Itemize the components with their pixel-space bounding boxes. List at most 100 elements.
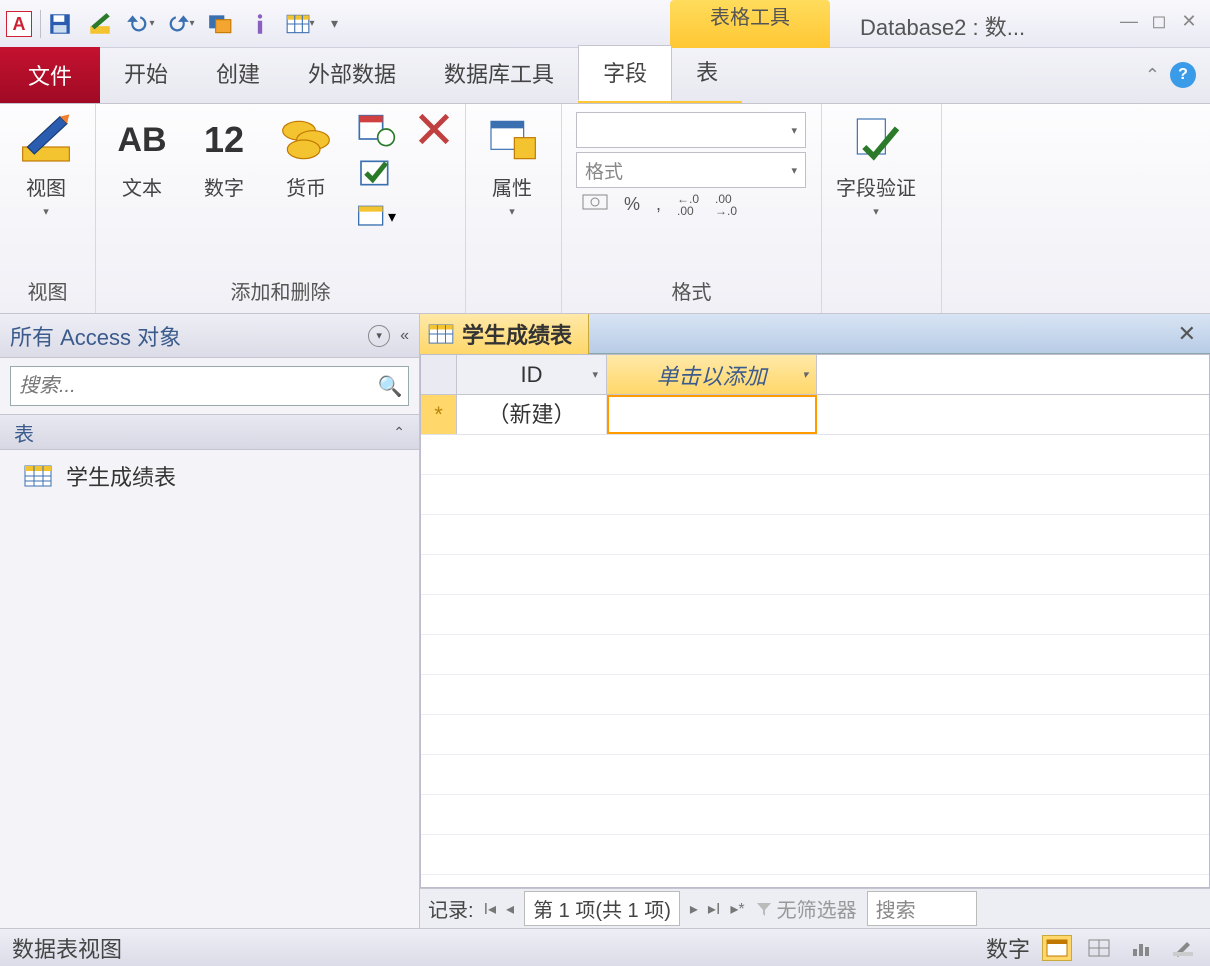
- number-label: 数字: [204, 172, 244, 201]
- last-record-button[interactable]: ▸I: [708, 899, 720, 919]
- number-field-button[interactable]: 12 数字: [192, 112, 256, 201]
- ribbon: 视图 ▾ 视图 AB 文本 12 数字 货币 ▾: [0, 104, 1210, 314]
- datasheet-button[interactable]: ▾: [285, 9, 315, 39]
- pivot-view-button[interactable]: [1084, 935, 1114, 961]
- contextual-tabs: 字段 表: [578, 45, 742, 103]
- text-field-button[interactable]: AB 文本: [110, 112, 174, 201]
- first-record-button[interactable]: I◂: [484, 899, 496, 919]
- cell-id-new[interactable]: （新建）: [457, 395, 607, 434]
- nav-item-student-scores[interactable]: 学生成绩表: [0, 450, 419, 502]
- tab-database-tools[interactable]: 数据库工具: [420, 47, 578, 103]
- search-icon[interactable]: 🔍: [372, 374, 408, 399]
- dropdown-icon[interactable]: ▾: [189, 18, 194, 29]
- column-label: ID: [521, 362, 543, 388]
- collapse-pane-button[interactable]: «: [400, 327, 409, 345]
- nav-group-tables[interactable]: 表 ⌃: [0, 414, 419, 450]
- row-selector-new[interactable]: *: [421, 395, 457, 434]
- delete-button[interactable]: [414, 112, 454, 146]
- currency-format-button[interactable]: [582, 192, 608, 217]
- tab-file[interactable]: 文件: [0, 47, 100, 103]
- navigation-pane: 所有 Access 对象 ▾ « 🔍 表 ⌃ 学生成绩表: [0, 314, 420, 928]
- percent-button[interactable]: %: [624, 194, 640, 215]
- field-validation-button[interactable]: 字段验证 ▾: [836, 112, 916, 218]
- minimize-ribbon-button[interactable]: ⌃: [1145, 65, 1160, 86]
- restore-button[interactable]: ◻: [1148, 10, 1170, 32]
- design-view-button[interactable]: [1168, 935, 1198, 961]
- close-button[interactable]: ✕: [1178, 10, 1200, 32]
- table-icon: [428, 324, 454, 344]
- cell-active-input[interactable]: [607, 395, 817, 434]
- comma-button[interactable]: ,: [656, 194, 661, 215]
- properties-icon: [484, 112, 540, 168]
- dropdown-icon[interactable]: ▾: [802, 368, 808, 381]
- format-combo[interactable]: 格式 ▾: [576, 152, 806, 188]
- increase-decimals-button[interactable]: ←.0.00: [677, 193, 699, 217]
- ribbon-group-properties: 属性 ▾: [466, 104, 562, 313]
- app-logo-icon: A: [6, 11, 32, 37]
- tab-external-data[interactable]: 外部数据: [284, 47, 420, 103]
- nav-item-label: 学生成绩表: [66, 460, 176, 492]
- text-icon: AB: [114, 112, 170, 168]
- save-button[interactable]: [45, 9, 75, 39]
- filter-icon: [755, 900, 773, 918]
- main-area: 所有 Access 对象 ▾ « 🔍 表 ⌃ 学生成绩表 学生成绩表 ✕: [0, 314, 1210, 928]
- new-record-button[interactable]: ▸*: [730, 899, 744, 919]
- tab-fields[interactable]: 字段: [578, 45, 672, 101]
- filter-indicator[interactable]: 无筛选器: [755, 894, 857, 923]
- more-fields-button[interactable]: ▾: [356, 200, 396, 234]
- view-button[interactable]: 视图 ▾: [14, 112, 78, 218]
- minimize-button[interactable]: ―: [1118, 10, 1140, 32]
- tab-home[interactable]: 开始: [100, 47, 192, 103]
- text-label: 文本: [122, 172, 162, 201]
- status-bar: 数据表视图 数字: [0, 928, 1210, 966]
- dropdown-icon[interactable]: ▾: [592, 368, 598, 381]
- contextual-tab-label: 表格工具: [670, 0, 830, 48]
- record-position[interactable]: 第 1 项(共 1 项): [524, 891, 680, 926]
- qat-customize-button[interactable]: ▾: [331, 15, 338, 32]
- nav-header[interactable]: 所有 Access 对象 ▾ «: [0, 314, 419, 358]
- undo-button[interactable]: ▾: [125, 9, 155, 39]
- datetime-button[interactable]: [356, 112, 396, 146]
- chevron-down-icon: ▾: [791, 164, 797, 177]
- column-header-add[interactable]: 单击以添加▾: [607, 355, 817, 394]
- datatype-combo[interactable]: ▾: [576, 112, 806, 148]
- yesno-button[interactable]: [356, 156, 396, 190]
- tab-create[interactable]: 创建: [192, 47, 284, 103]
- quick-edit-button[interactable]: [85, 9, 115, 39]
- document-tab[interactable]: 学生成绩表: [420, 314, 589, 354]
- document-area: 学生成绩表 ✕ ID ▾ 单击以添加▾ * （新建） 记录: I◂ ◂ 第 1 项…: [420, 314, 1210, 928]
- search-input[interactable]: [11, 375, 372, 398]
- column-header-id[interactable]: ID ▾: [457, 355, 607, 394]
- separator: [40, 10, 41, 38]
- redo-button[interactable]: ▾: [165, 9, 195, 39]
- window-title: Database2 : 数...: [860, 10, 1025, 42]
- properties-label: 属性: [492, 172, 532, 201]
- close-tab-button[interactable]: ✕: [1178, 321, 1196, 347]
- format-placeholder: 格式: [585, 157, 623, 184]
- view-label: 视图: [26, 172, 66, 201]
- decrease-decimals-button[interactable]: .00→.0: [715, 193, 737, 217]
- datasheet-view-button[interactable]: [1042, 935, 1072, 961]
- nav-menu-button[interactable]: ▾: [368, 325, 390, 347]
- currency-label: 货币: [286, 172, 326, 201]
- dropdown-icon[interactable]: ▾: [309, 18, 314, 29]
- prev-record-button[interactable]: ◂: [506, 899, 514, 919]
- datasheet: ID ▾ 单击以添加▾ * （新建）: [420, 354, 1210, 888]
- help-icon[interactable]: ?: [1170, 62, 1196, 88]
- validation-icon: [848, 112, 904, 168]
- dropdown-icon: ▾: [43, 205, 49, 218]
- dropdown-icon[interactable]: ▾: [149, 18, 154, 29]
- ribbon-group-validation: 字段验证 ▾: [822, 104, 942, 313]
- open-form-button[interactable]: [205, 9, 235, 39]
- next-record-button[interactable]: ▸: [690, 899, 698, 919]
- info-button[interactable]: [245, 9, 275, 39]
- tab-table[interactable]: 表: [672, 45, 742, 101]
- record-label: 记录:: [428, 894, 474, 923]
- record-search-box[interactable]: 搜索: [867, 891, 977, 926]
- empty-grid-area[interactable]: [421, 435, 1209, 887]
- nav-search: 🔍: [10, 366, 409, 406]
- chart-view-button[interactable]: [1126, 935, 1156, 961]
- select-all-cell[interactable]: [421, 355, 457, 394]
- currency-field-button[interactable]: 货币: [274, 112, 338, 201]
- properties-button[interactable]: 属性 ▾: [480, 112, 544, 218]
